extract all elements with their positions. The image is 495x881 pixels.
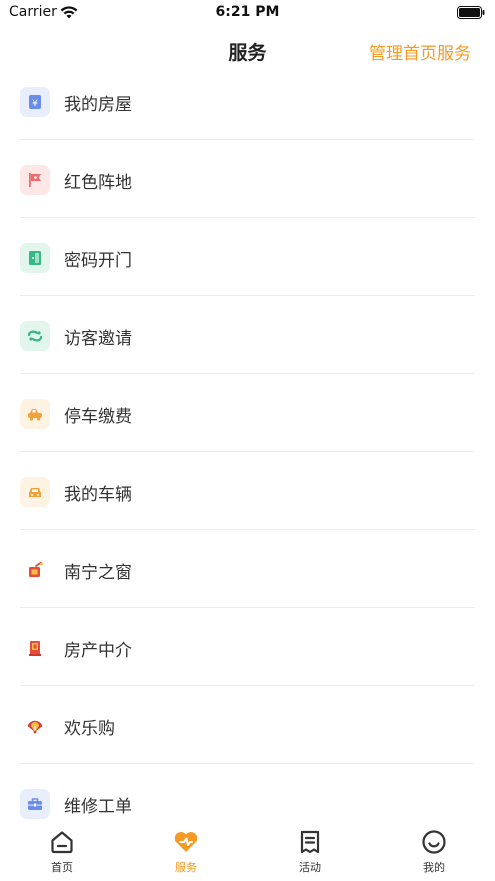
service-item-label: 维修工单	[64, 797, 132, 817]
service-item-visitor-invite[interactable]: 访客邀请	[20, 296, 475, 374]
tab-label: 我的	[423, 861, 445, 874]
status-time: 6:21 PM	[215, 4, 280, 20]
tab-label: 活动	[299, 861, 321, 874]
tab-label: 服务	[175, 861, 197, 874]
door-icon	[20, 243, 50, 273]
service-item-happy-shopping[interactable]: 欢乐购	[20, 686, 475, 764]
service-item-real-estate-agency[interactable]: 房产中介	[20, 608, 475, 686]
service-item-password-door[interactable]: 密码开门	[20, 218, 475, 296]
service-item-label: 欢乐购	[64, 719, 115, 739]
real-estate-icon	[20, 633, 50, 663]
svg-text:¥: ¥	[32, 99, 38, 109]
activity-list-icon	[300, 830, 320, 854]
service-item-label: 红色阵地	[64, 173, 132, 193]
nanning-window-icon	[20, 555, 50, 585]
service-item-label: 密码开门	[64, 251, 132, 271]
service-item-label: 南宁之窗	[64, 563, 132, 583]
service-item-nanning-window[interactable]: 南宁之窗	[20, 530, 475, 608]
service-item-label: 停车缴费	[64, 407, 132, 427]
service-item-label: 我的车辆	[64, 485, 132, 505]
parking-icon	[20, 399, 50, 429]
status-bar: Carrier 6:21 PM	[0, 0, 495, 26]
service-item-my-vehicles[interactable]: 我的车辆	[20, 452, 475, 530]
tab-label: 首页	[51, 861, 73, 874]
service-heart-icon	[174, 832, 198, 852]
car-icon	[20, 477, 50, 507]
profile-smile-icon	[422, 830, 446, 854]
tab-services[interactable]: 服务	[124, 823, 248, 881]
battery-icon	[457, 6, 485, 19]
service-item-red-base[interactable]: 红色阵地	[20, 140, 475, 218]
service-item-my-house[interactable]: ¥ 我的房屋	[20, 62, 475, 140]
house-yuan-icon: ¥	[20, 87, 50, 117]
service-item-label: 房产中介	[64, 641, 132, 661]
tab-bar: 首页 服务 活动 我的	[0, 823, 495, 881]
manage-home-services-button[interactable]: 管理首页服务	[369, 39, 471, 64]
shopping-fan-icon	[20, 711, 50, 741]
tab-home[interactable]: 首页	[0, 823, 124, 881]
red-flag-icon	[20, 165, 50, 195]
tab-activities[interactable]: 活动	[248, 823, 372, 881]
tab-profile[interactable]: 我的	[372, 823, 495, 881]
toolbox-icon	[20, 789, 50, 819]
service-list: ¥ 我的房屋 红色阵地 密码开门 访客邀请 停车缴费 我的车辆 南宁之窗 房产中…	[20, 62, 475, 842]
visitor-icon	[20, 321, 50, 351]
service-item-label: 访客邀请	[64, 329, 132, 349]
home-icon	[51, 831, 73, 854]
service-item-label: 我的房屋	[64, 95, 132, 115]
service-item-parking-payment[interactable]: 停车缴费	[20, 374, 475, 452]
